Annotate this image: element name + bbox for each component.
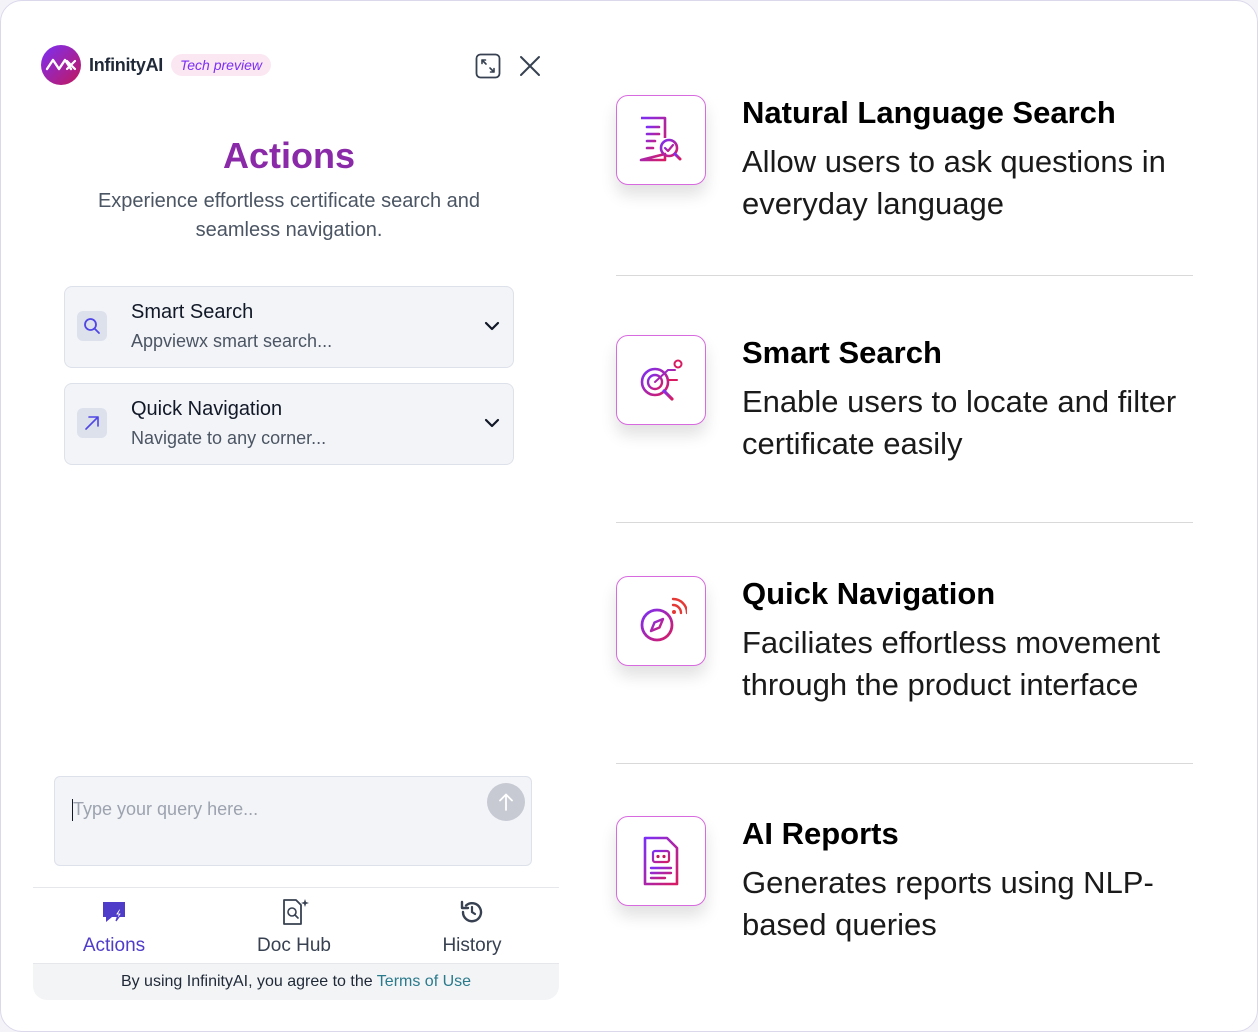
tech-preview-badge: Tech preview	[171, 54, 271, 76]
chevron-down-icon[interactable]	[483, 317, 501, 340]
action-card-smart-search[interactable]: Smart Search Appviewx smart search...	[64, 286, 514, 368]
feature-divider	[616, 763, 1193, 764]
assistant-panel: InfinityAI Tech preview Actions Experien…	[1, 1, 591, 1031]
doc-search-icon	[283, 899, 309, 925]
document-check-icon	[616, 95, 706, 185]
page-title: Actions	[222, 135, 355, 176]
feature-title: AI Reports	[742, 816, 899, 851]
feature-title: Quick Navigation	[742, 576, 996, 611]
app-window: InfinityAI Tech preview Actions Experien…	[0, 0, 1258, 1032]
expand-icon	[475, 53, 501, 79]
chevron-down-icon[interactable]	[483, 414, 501, 437]
feature-divider	[616, 522, 1193, 523]
terms-prefix: By using InfinityAI, you agree to the	[120, 973, 373, 990]
nav-tab-label: History	[442, 935, 502, 956]
robot-report-icon	[616, 816, 706, 906]
arrow-up-icon	[499, 793, 513, 811]
query-input[interactable]: Type your query here...	[54, 776, 532, 866]
history-icon	[460, 900, 483, 923]
brand-name: InfinityAI	[89, 55, 163, 75]
expand-button[interactable]	[475, 53, 501, 79]
feature-natural-language-search: Natural Language Search Allow users to a…	[616, 95, 1196, 295]
nav-tab-label: Actions	[82, 935, 146, 956]
panel-header: InfinityAI Tech preview	[41, 45, 551, 87]
arrow-up-right-icon	[77, 408, 107, 438]
close-icon	[520, 56, 540, 76]
feature-quick-navigation: Quick Navigation Faciliates effortless m…	[616, 576, 1196, 776]
feature-description: Allow users to ask questions in everyday…	[742, 144, 1166, 221]
send-button[interactable]	[487, 783, 525, 821]
feature-ai-reports: AI Reports Generates reports using NLP-b…	[616, 816, 1196, 1016]
action-card-quick-navigation[interactable]: Quick Navigation Navigate to any corner.…	[64, 383, 514, 465]
nav-tab-label: Doc Hub	[257, 935, 331, 956]
action-card-subtitle: Navigate to any corner...	[131, 428, 327, 448]
query-placeholder: Type your query here...	[73, 799, 259, 819]
bottom-nav: Actions Doc Hub History	[33, 887, 559, 964]
feature-description: Generates reports using NLP-based querie…	[742, 865, 1154, 942]
nav-tab-actions[interactable]: Actions	[39, 898, 189, 957]
feature-title: Natural Language Search	[742, 95, 1116, 130]
compass-icon	[616, 576, 706, 666]
nav-tab-history[interactable]: History	[397, 898, 547, 957]
terms-of-use-link[interactable]: Terms of Use	[377, 973, 471, 990]
page-subtitle: Experience effortless certificate search…	[97, 190, 481, 241]
terms-footer: By using InfinityAI, you agree to the Te…	[33, 963, 559, 1000]
target-search-icon	[616, 335, 706, 425]
feature-description: Faciliates effortless movement through t…	[742, 625, 1161, 702]
action-card-title: Quick Navigation	[131, 398, 283, 420]
feature-smart-search: Smart Search Enable users to locate and …	[616, 335, 1196, 535]
nav-tab-doc-hub[interactable]: Doc Hub	[219, 898, 369, 957]
feature-description: Enable users to locate and filter certif…	[742, 384, 1177, 461]
chat-bolt-icon	[103, 902, 125, 922]
action-card-title: Smart Search	[131, 301, 254, 323]
infinityai-logo-icon	[41, 45, 81, 85]
feature-divider	[616, 275, 1193, 276]
magnifier-icon	[77, 311, 107, 341]
feature-title: Smart Search	[742, 335, 942, 370]
action-card-subtitle: Appviewx smart search...	[131, 331, 333, 351]
close-button[interactable]	[517, 53, 543, 79]
